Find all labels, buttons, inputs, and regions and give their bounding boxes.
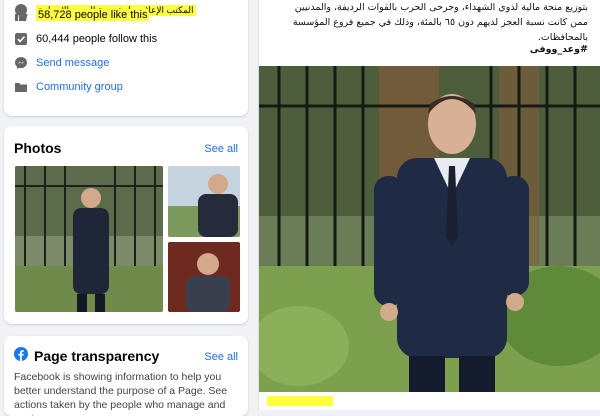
facebook-icon [14, 347, 28, 361]
messenger-icon [14, 56, 28, 70]
community-group-link[interactable]: Community group [36, 81, 123, 93]
page-transparency-card: Page transparency See all Facebook is sh… [4, 336, 248, 416]
post-text-line: ممن كانت نسبة العجز لديهم دون ٦٥ بالمئة،… [292, 17, 588, 28]
left-column: المكتب الإعلامي لمؤسسة العرين الإنسانية … [0, 0, 250, 416]
highlight-mark [267, 396, 333, 406]
photo-thumbnail[interactable] [168, 242, 240, 312]
follows-row: 60,444 people follow this [14, 29, 157, 49]
photos-title: Photos [14, 140, 62, 156]
photos-card: Photos See all [4, 126, 248, 324]
thumbs-up-icon [14, 8, 28, 22]
photo-thumbnail[interactable] [15, 166, 163, 312]
community-group-row[interactable]: Community group [14, 77, 123, 97]
post-hashtag[interactable]: #وعد_ووفى [530, 44, 588, 55]
photos-see-all-link[interactable]: See all [204, 143, 238, 155]
send-message-link[interactable]: Send message [36, 57, 109, 69]
send-message-row[interactable]: Send message [14, 53, 109, 73]
transparency-title: Page transparency [34, 348, 160, 364]
post-photo[interactable] [259, 66, 600, 392]
follows-count: 60,444 people follow this [36, 33, 158, 45]
transparency-see-all-link[interactable]: See all [204, 351, 238, 363]
follow-check-icon [14, 32, 28, 46]
likes-row: 58,728 people like this [14, 5, 150, 25]
post-text: بتوزيع منحة مالية لذوي الشهداء، وجرحى ال… [268, 0, 588, 45]
post-text-line: بالمحافظات. [537, 32, 588, 43]
page-about-card: المكتب الإعلامي لمؤسسة العرين الإنسانية … [4, 0, 248, 116]
post-text-line: بتوزيع منحة مالية لذوي الشهداء، وجرحى ال… [294, 2, 588, 13]
feed-post: بتوزيع منحة مالية لذوي الشهداء، وجرحى ال… [258, 0, 600, 410]
folder-icon [14, 80, 28, 94]
transparency-description: Facebook is showing information to help … [14, 371, 228, 416]
photo-thumbnail[interactable] [168, 166, 240, 237]
likes-count: 58,728 people like this [36, 9, 150, 21]
